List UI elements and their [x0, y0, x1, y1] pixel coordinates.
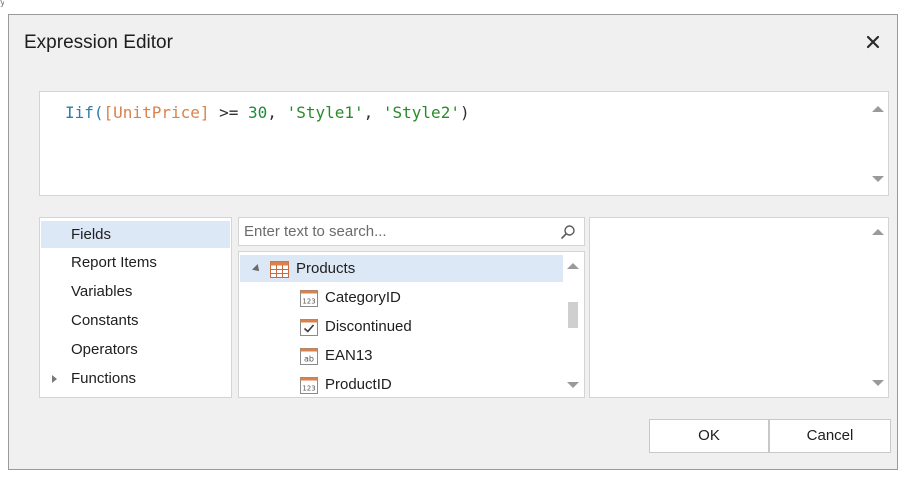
- title-bar: Expression Editor: [9, 15, 897, 73]
- expression-text[interactable]: Iif([UnitPrice] >= 30, 'Style1', 'Style2…: [65, 103, 470, 122]
- scroll-thumb[interactable]: [568, 302, 578, 328]
- tree-node-categoryid[interactable]: 123 CategoryID: [240, 284, 563, 311]
- tree-scrollbar[interactable]: [563, 252, 584, 397]
- category-item-operators[interactable]: Operators: [41, 336, 230, 363]
- tree-node-label: Products: [296, 260, 356, 277]
- expression-scrollbar[interactable]: [868, 92, 888, 195]
- dialog-title: Expression Editor: [24, 32, 173, 53]
- tree-node-label: ProductID: [325, 376, 392, 393]
- tree-node-ean13[interactable]: ab EAN13: [240, 342, 563, 369]
- numeric-type-badge: 123: [302, 385, 315, 393]
- search-icon[interactable]: [560, 224, 576, 244]
- expression-token-num: 30: [248, 103, 268, 122]
- scroll-up-icon[interactable]: [567, 263, 579, 269]
- expression-token-op: ,: [363, 103, 383, 122]
- search-input[interactable]: [239, 218, 544, 245]
- expression-token-op: >=: [209, 103, 249, 122]
- tree-node-productid[interactable]: 123 ProductID: [240, 371, 563, 397]
- expression-token-fn: Iif(: [65, 103, 104, 122]
- expression-editor-dialog: Expression Editor Iif([UnitPrice] >= 30,…: [8, 14, 898, 470]
- tree-node-products[interactable]: Products: [240, 255, 563, 282]
- category-item-fields[interactable]: Fields: [41, 221, 230, 248]
- description-panel: [589, 217, 889, 398]
- tree-node-label: Discontinued: [325, 318, 412, 335]
- scroll-down-icon[interactable]: [872, 380, 884, 386]
- expression-token-op: ): [459, 103, 470, 122]
- table-icon: [270, 260, 289, 278]
- numeric-field-icon: 123: [300, 289, 318, 307]
- scroll-up-icon[interactable]: [872, 106, 884, 112]
- string-type-badge: ab: [304, 355, 314, 364]
- scroll-up-icon[interactable]: [872, 229, 884, 235]
- numeric-type-badge: 123: [302, 298, 315, 306]
- tree-node-label: EAN13: [325, 347, 373, 364]
- field-tree: Products 123 CategoryID Discontinued ab …: [238, 251, 585, 398]
- description-scrollbar[interactable]: [868, 218, 888, 397]
- string-field-icon: ab: [300, 347, 318, 365]
- category-item-functions[interactable]: Functions: [41, 365, 230, 392]
- expression-token-op: ,: [267, 103, 287, 122]
- expression-input[interactable]: Iif([UnitPrice] >= 30, 'Style1', 'Style2…: [39, 91, 889, 196]
- tree-node-label: CategoryID: [325, 289, 401, 306]
- ok-button[interactable]: OK: [649, 419, 769, 453]
- category-item-constants[interactable]: Constants: [41, 307, 230, 334]
- background-window-fragment: y: [0, 0, 4, 7]
- scroll-down-icon[interactable]: [872, 176, 884, 182]
- close-icon[interactable]: [861, 30, 885, 54]
- search-box: [238, 217, 585, 246]
- cancel-button[interactable]: Cancel: [769, 419, 891, 453]
- numeric-field-icon: 123: [300, 376, 318, 394]
- collapse-arrow-icon[interactable]: [252, 264, 262, 274]
- category-list: Fields Report Items Variables Constants …: [39, 217, 232, 398]
- scroll-down-icon[interactable]: [567, 382, 579, 388]
- category-item-variables[interactable]: Variables: [41, 278, 230, 305]
- expression-token-str: 'Style1': [286, 103, 364, 122]
- category-item-report-items[interactable]: Report Items: [41, 249, 230, 276]
- boolean-field-icon: [300, 318, 318, 336]
- expression-token-field: [UnitPrice]: [103, 103, 210, 122]
- tree-node-discontinued[interactable]: Discontinued: [240, 313, 563, 340]
- expression-token-str: 'Style2': [382, 103, 460, 122]
- expand-arrow-icon[interactable]: [52, 375, 57, 383]
